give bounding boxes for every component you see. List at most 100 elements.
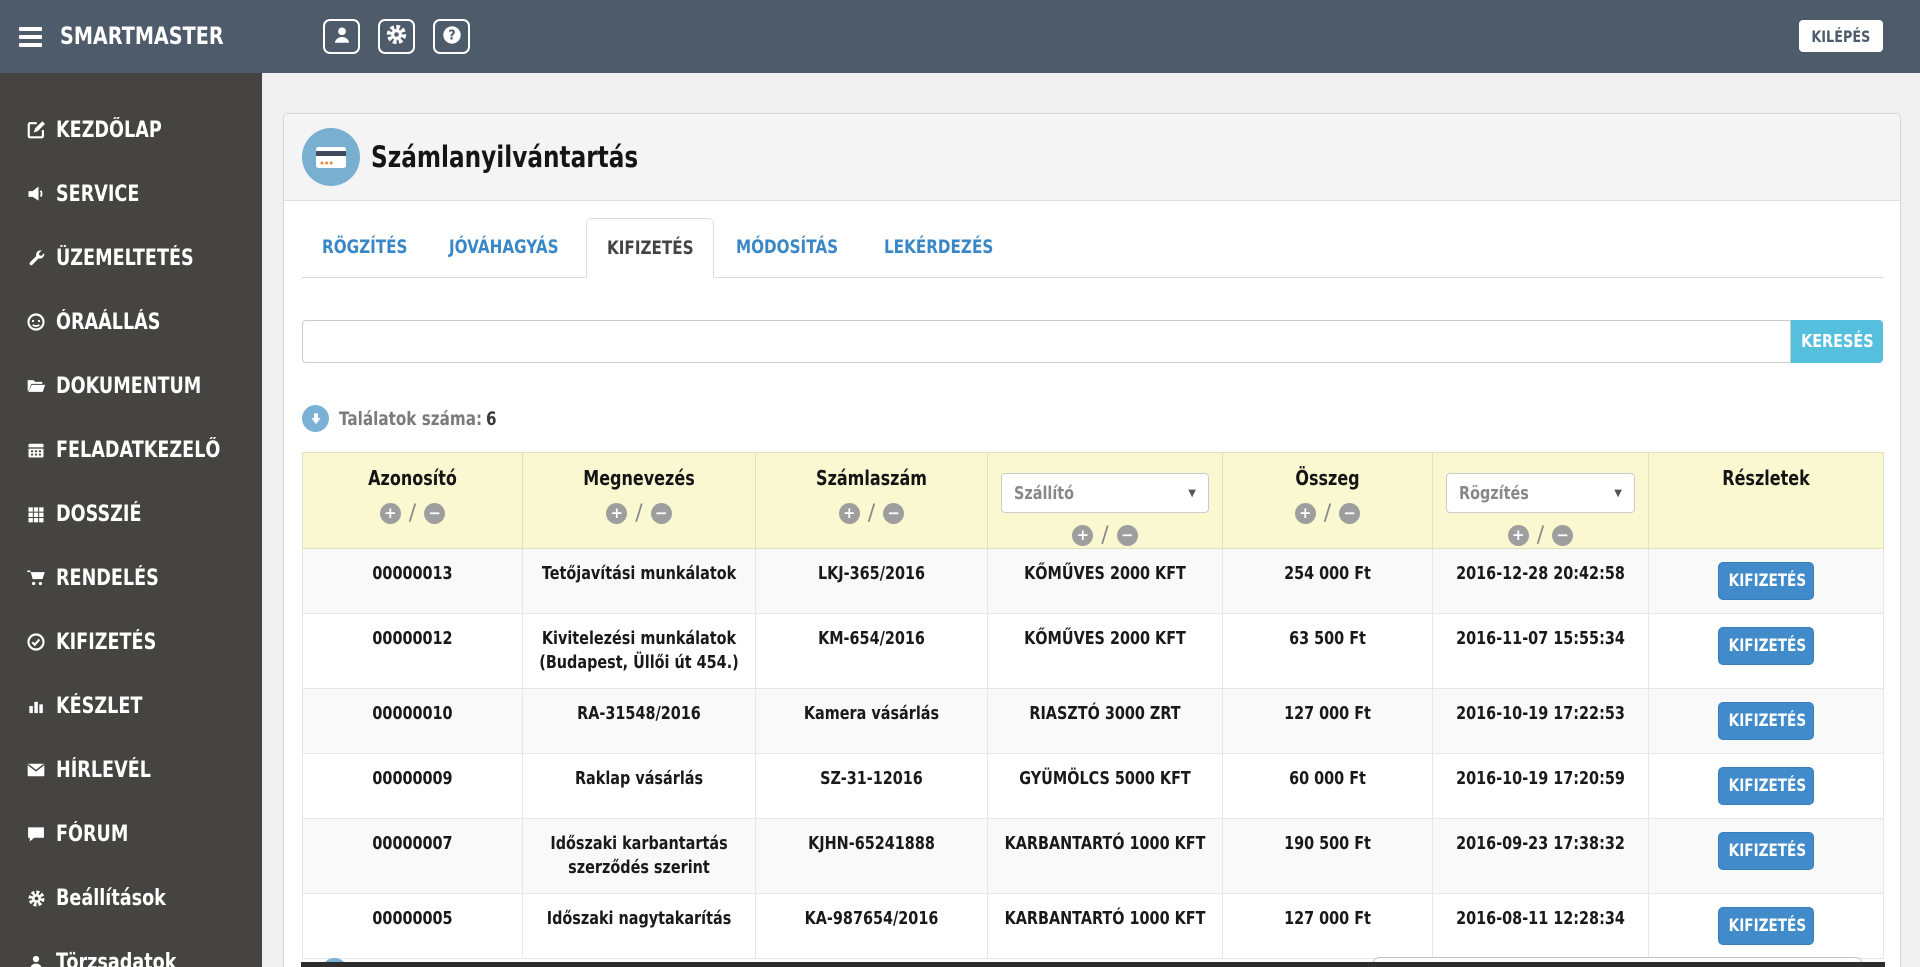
sort-desc-button[interactable]: −: [1339, 503, 1361, 524]
search-row: KERESÉS: [302, 320, 1883, 363]
sidebar-item-kezdolap[interactable]: KEZDŐLAP: [0, 98, 262, 162]
results-count: 6: [486, 407, 497, 430]
logout-button[interactable]: KILÉPÉS: [1799, 20, 1883, 52]
search-button[interactable]: KERESÉS: [1791, 320, 1883, 363]
sidebar-item-feladatkezelo[interactable]: FELADATKEZELŐ: [0, 418, 262, 482]
search-input[interactable]: [302, 320, 1791, 363]
chevron-down-icon: ▼: [1614, 487, 1622, 499]
question-icon: ?: [441, 24, 463, 50]
tab-modositas[interactable]: MÓDOSÍTÁS: [716, 218, 862, 277]
cell-action: KIFIZETÉS: [1648, 753, 1884, 819]
cell-amount: 127 000 Ft: [1222, 688, 1433, 754]
sidebar-item-hirlevel[interactable]: HÍRLEVÉL: [0, 738, 262, 802]
sort-asc-button[interactable]: +: [606, 503, 628, 524]
gauge-icon: [25, 311, 47, 333]
help-button[interactable]: ?: [433, 19, 470, 54]
cell-invoice: KJHN-65241888: [755, 818, 988, 894]
arrow-down-circle-icon: [302, 405, 329, 432]
settings-button[interactable]: [378, 19, 415, 54]
cell-id: 00000012: [302, 613, 523, 689]
table-row: 00000007 Időszaki karbantartás szerződés…: [302, 818, 1884, 894]
sidebar-item-oraallas[interactable]: ÓRAÁLLÁS: [0, 290, 262, 354]
sort-asc-button[interactable]: +: [379, 503, 401, 524]
cell-supplier: KŐMŰVES 2000 KFT: [987, 613, 1223, 689]
sidebar-item-uzemeltetes[interactable]: ÜZEMELTETÉS: [0, 226, 262, 290]
sort-asc-button[interactable]: +: [1072, 525, 1094, 546]
sort-desc-button[interactable]: −: [883, 503, 905, 524]
pay-button[interactable]: KIFIZETÉS: [1718, 627, 1814, 665]
cell-invoice: KA-987654/2016: [755, 893, 988, 959]
cell-name: RA-31548/2016: [522, 688, 756, 754]
cell-recorded: 2016-09-23 17:38:32: [1432, 818, 1649, 894]
sidebar-item-label: SERVICE: [56, 181, 140, 207]
cell-action: KIFIZETÉS: [1648, 688, 1884, 754]
sidebar-item-service[interactable]: SERVICE: [0, 162, 262, 226]
cell-invoice: LKJ-365/2016: [755, 548, 988, 614]
sidebar-item-kifizetes[interactable]: KIFIZETÉS: [0, 610, 262, 674]
sidebar-item-label: Beállítások: [56, 885, 166, 911]
sort-desc-button[interactable]: −: [1552, 525, 1574, 546]
envelope-icon: [25, 759, 47, 781]
pay-button[interactable]: KIFIZETÉS: [1718, 907, 1814, 945]
sidebar-item-label: DOSSZIÉ: [56, 501, 142, 527]
cell-supplier: KARBANTARTÓ 1000 KFT: [987, 893, 1223, 959]
col-header-osszeg: Összeg + / −: [1222, 452, 1433, 549]
profile-button[interactable]: [323, 19, 360, 54]
person-icon: [25, 951, 47, 967]
cell-id: 00000010: [302, 688, 523, 754]
sidebar-item-label: KÉSZLET: [56, 693, 143, 719]
col-header-azonosito: Azonosító + / −: [302, 452, 523, 549]
menu-toggle-icon[interactable]: [19, 27, 42, 47]
tab-jovahagyas[interactable]: JÓVÁHAGYÁS: [429, 218, 584, 277]
sidebar-item-rendeles[interactable]: RENDELÉS: [0, 546, 262, 610]
sidebar-item-label: KIFIZETÉS: [56, 629, 157, 655]
cell-action: KIFIZETÉS: [1648, 613, 1884, 689]
svg-text:?: ?: [448, 28, 455, 43]
sidebar-item-keszlet[interactable]: KÉSZLET: [0, 674, 262, 738]
sort-desc-button[interactable]: −: [650, 503, 672, 524]
cell-recorded: 2016-10-19 17:20:59: [1432, 753, 1649, 819]
recorded-filter-select[interactable]: Rögzítés ▼: [1446, 473, 1635, 513]
calendar-icon: [25, 439, 47, 461]
cell-action: KIFIZETÉS: [1648, 818, 1884, 894]
col-header-megnevezes: Megnevezés + / −: [522, 452, 756, 549]
tab-lekerdezes[interactable]: LEKÉRDEZÉS: [864, 218, 1019, 277]
tab-kifizetes[interactable]: KIFIZETÉS: [585, 218, 715, 278]
cell-id: 00000007: [302, 818, 523, 894]
pay-button[interactable]: KIFIZETÉS: [1718, 832, 1814, 870]
sidebar-item-label: ÓRAÁLLÁS: [56, 309, 161, 335]
sort-desc-button[interactable]: −: [424, 503, 446, 524]
sort-asc-button[interactable]: +: [838, 503, 860, 524]
sidebar-item-dosszie[interactable]: DOSSZIÉ: [0, 482, 262, 546]
bar-chart-icon: [25, 695, 47, 717]
panel-heading: Számlanyilvántartás: [284, 114, 1900, 201]
sort-desc-button[interactable]: −: [1116, 525, 1138, 546]
cell-name: Tetőjavítási munkálatok: [522, 548, 756, 614]
sidebar-item-label: Törzsadatok: [56, 949, 177, 967]
tab-bar: RÖGZÍTÉS JÓVÁHAGYÁS KIFIZETÉS MÓDOSÍTÁS …: [302, 218, 1883, 278]
supplier-filter-select[interactable]: Szállító ▼: [1001, 473, 1209, 513]
table-row: 00000013 Tetőjavítási munkálatok LKJ-365…: [302, 548, 1884, 614]
sidebar-item-torzsadatok[interactable]: Törzsadatok: [0, 930, 262, 967]
pay-button[interactable]: KIFIZETÉS: [1718, 767, 1814, 805]
person-icon: [331, 24, 353, 50]
cell-id: 00000005: [302, 893, 523, 959]
cell-action: KIFIZETÉS: [1648, 548, 1884, 614]
sidebar-item-beallitasok[interactable]: Beállítások: [0, 866, 262, 930]
tab-rogzites[interactable]: RÖGZÍTÉS: [302, 218, 427, 277]
cell-invoice: KM-654/2016: [755, 613, 988, 689]
col-header-szamlaszam: Számlaszám + / −: [755, 452, 988, 549]
results-label: Találatok száma:: [339, 407, 483, 430]
table-row: 00000010 RA-31548/2016 Kamera vásárlás R…: [302, 688, 1884, 754]
cell-amount: 190 500 Ft: [1222, 818, 1433, 894]
sidebar-item-forum[interactable]: FÓRUM: [0, 802, 262, 866]
pay-button[interactable]: KIFIZETÉS: [1718, 562, 1814, 600]
sidebar-item-label: HÍRLEVÉL: [56, 757, 151, 783]
megaphone-icon: [25, 183, 47, 205]
gear-icon: [385, 23, 408, 50]
sidebar-item-dokumentum[interactable]: DOKUMENTUM: [0, 354, 262, 418]
results-row: Találatok száma: 6: [302, 405, 1883, 432]
sort-asc-button[interactable]: +: [1294, 503, 1316, 524]
sort-asc-button[interactable]: +: [1507, 525, 1529, 546]
pay-button[interactable]: KIFIZETÉS: [1718, 702, 1814, 740]
